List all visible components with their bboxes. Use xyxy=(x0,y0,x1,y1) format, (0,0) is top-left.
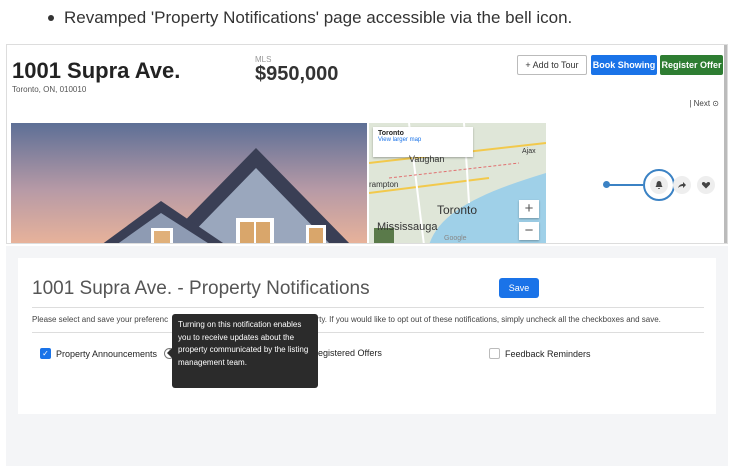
book-showing-button[interactable]: Book Showing xyxy=(591,55,657,75)
option-registered-offers[interactable]: egistered Offers xyxy=(318,348,382,358)
heart-icon[interactable] xyxy=(697,176,715,194)
property-photo[interactable] xyxy=(11,123,367,243)
page: Revamped 'Property Notifications' page a… xyxy=(0,0,737,466)
view-larger-map-link[interactable]: View larger map xyxy=(378,137,468,143)
notifications-panel: 1001 Supra Ave. - Property Notifications… xyxy=(18,258,716,414)
map-label-toronto: Toronto xyxy=(437,203,478,217)
scrollbar[interactable] xyxy=(724,45,727,243)
save-button[interactable]: Save xyxy=(499,278,539,298)
instructions-text: Please select and save your preferenc ope… xyxy=(32,315,661,324)
option-label: Property Announcements xyxy=(56,348,158,359)
next-link[interactable]: | Next ⊙ xyxy=(689,99,719,108)
caption-text: Revamped 'Property Notifications' page a… xyxy=(64,8,573,27)
share-icon[interactable] xyxy=(673,176,691,194)
property-map[interactable]: Toronto View larger map Vaughan rampton … xyxy=(369,123,546,243)
listing-address: 1001 Supra Ave. xyxy=(12,58,181,83)
option-label: egistered Offers xyxy=(318,348,382,358)
zoom-out-button[interactable]: − xyxy=(519,222,539,240)
property-announcements-checkbox[interactable]: ✓ xyxy=(40,348,51,359)
caption: Revamped 'Property Notifications' page a… xyxy=(48,8,572,28)
annotation-arrow xyxy=(603,181,643,188)
add-to-tour-button[interactable]: + Add to Tour xyxy=(517,55,587,75)
instructions-end: operty. If you would like to opt out of … xyxy=(303,315,661,324)
bullet-icon xyxy=(48,15,54,21)
google-logo: Google xyxy=(444,235,467,242)
map-label-ajax: Ajax xyxy=(522,148,536,155)
listing-price: $950,000 xyxy=(255,63,339,85)
option-property-announcements[interactable]: ✓ Property Announcements i xyxy=(40,348,176,359)
register-offer-button[interactable]: Register Offer xyxy=(660,55,723,75)
map-label-vaughan: Vaughan xyxy=(409,154,445,164)
divider xyxy=(32,307,704,308)
bell-icon[interactable] xyxy=(650,176,668,194)
info-tooltip: Turning on this notification enables you… xyxy=(167,314,318,388)
map-label-mississauga: Mississauga xyxy=(377,221,438,233)
map-card-title: Toronto xyxy=(378,130,404,137)
map-label-brampton: rampton xyxy=(369,180,399,189)
listing-sub-address: Toronto, ON, 010010 xyxy=(12,85,87,94)
listing-window: 1001 Supra Ave. Toronto, ON, 010010 MLS … xyxy=(6,44,728,244)
feedback-reminders-checkbox[interactable] xyxy=(489,348,500,359)
option-label: Feedback Reminders xyxy=(505,348,591,359)
divider xyxy=(32,332,704,333)
option-feedback-reminders[interactable]: Feedback Reminders xyxy=(489,348,591,359)
map-info-card: Toronto View larger map xyxy=(373,127,473,157)
zoom-in-button[interactable]: + xyxy=(519,200,539,218)
panel-title: 1001 Supra Ave. - Property Notifications xyxy=(32,278,370,299)
instructions-start: Please select and save your preferenc xyxy=(32,315,169,324)
